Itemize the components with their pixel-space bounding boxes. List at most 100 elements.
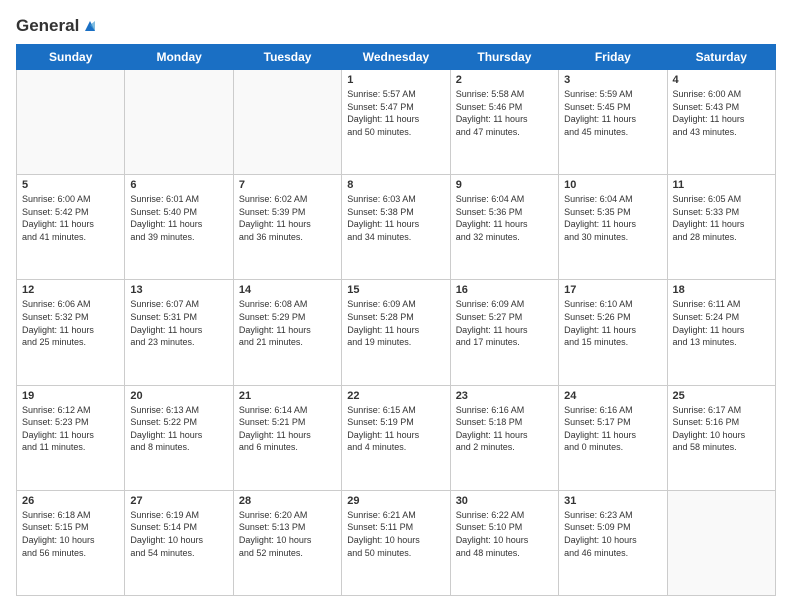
day-info: Sunrise: 6:11 AM Sunset: 5:24 PM Dayligh… [673,298,770,348]
week-row-0: 1Sunrise: 5:57 AM Sunset: 5:47 PM Daylig… [17,70,776,175]
day-info: Sunrise: 6:01 AM Sunset: 5:40 PM Dayligh… [130,193,227,243]
day-number: 11 [673,179,770,191]
calendar-cell: 9 Sunrise: 6:04 AM Sunset: 5:36 PM Daylig… [450,175,558,280]
day-number: 31 [564,495,661,507]
calendar-cell: 19 Sunrise: 6:12 AM Sunset: 5:23 PM Dayli… [17,385,125,490]
calendar-cell: 12 Sunrise: 6:06 AM Sunset: 5:32 PM Dayli… [17,280,125,385]
day-info: Sunrise: 6:04 AM Sunset: 5:35 PM Dayligh… [564,193,661,243]
day-number: 28 [239,495,336,507]
day-number: 14 [239,284,336,296]
calendar-cell: 27 Sunrise: 6:19 AM Sunset: 5:14 PM Dayli… [125,490,233,595]
calendar-cell: 18 Sunrise: 6:11 AM Sunset: 5:24 PM Dayli… [667,280,775,385]
day-info: Sunrise: 6:17 AM Sunset: 5:16 PM Dayligh… [673,404,770,454]
day-number: 19 [22,390,119,402]
day-info: Sunrise: 6:09 AM Sunset: 5:28 PM Dayligh… [347,298,444,348]
weekday-header-row: SundayMondayTuesdayWednesdayThursdayFrid… [17,45,776,70]
calendar-cell: 5 Sunrise: 6:00 AM Sunset: 5:42 PM Daylig… [17,175,125,280]
day-info: Sunrise: 6:00 AM Sunset: 5:43 PM Dayligh… [673,88,770,138]
day-number: 7 [239,179,336,191]
week-row-3: 19 Sunrise: 6:12 AM Sunset: 5:23 PM Dayli… [17,385,776,490]
weekday-wednesday: Wednesday [342,45,450,70]
calendar-cell: 10 Sunrise: 6:04 AM Sunset: 5:35 PM Dayli… [559,175,667,280]
calendar-cell: 25 Sunrise: 6:17 AM Sunset: 5:16 PM Dayli… [667,385,775,490]
calendar-cell: 11 Sunrise: 6:05 AM Sunset: 5:33 PM Dayli… [667,175,775,280]
weekday-monday: Monday [125,45,233,70]
day-info: Sunrise: 6:12 AM Sunset: 5:23 PM Dayligh… [22,404,119,454]
calendar-cell: 3 Sunrise: 5:59 AM Sunset: 5:45 PM Daylig… [559,70,667,175]
day-number: 16 [456,284,553,296]
day-info: Sunrise: 6:02 AM Sunset: 5:39 PM Dayligh… [239,193,336,243]
calendar-cell: 20Sunrise: 6:13 AM Sunset: 5:22 PM Dayli… [125,385,233,490]
calendar-cell: 30 Sunrise: 6:22 AM Sunset: 5:10 PM Dayli… [450,490,558,595]
day-info: Sunrise: 6:14 AM Sunset: 5:21 PM Dayligh… [239,404,336,454]
day-number: 1 [347,74,444,86]
day-number: 22 [347,390,444,402]
day-info: Sunrise: 6:18 AM Sunset: 5:15 PM Dayligh… [22,509,119,559]
calendar-cell: 14 Sunrise: 6:08 AM Sunset: 5:29 PM Dayli… [233,280,341,385]
day-info: Sunrise: 6:00 AM Sunset: 5:42 PM Dayligh… [22,193,119,243]
day-info: Sunrise: 6:06 AM Sunset: 5:32 PM Dayligh… [22,298,119,348]
weekday-sunday: Sunday [17,45,125,70]
day-number: 18 [673,284,770,296]
calendar-cell: 7 Sunrise: 6:02 AM Sunset: 5:39 PM Daylig… [233,175,341,280]
day-number: 24 [564,390,661,402]
day-number: 30 [456,495,553,507]
calendar-cell [233,70,341,175]
week-row-1: 5 Sunrise: 6:00 AM Sunset: 5:42 PM Daylig… [17,175,776,280]
day-info: Sunrise: 6:05 AM Sunset: 5:33 PM Dayligh… [673,193,770,243]
day-number: 25 [673,390,770,402]
calendar-table: SundayMondayTuesdayWednesdayThursdayFrid… [16,44,776,596]
calendar-cell: 29Sunrise: 6:21 AM Sunset: 5:11 PM Dayli… [342,490,450,595]
day-info: Sunrise: 6:21 AM Sunset: 5:11 PM Dayligh… [347,509,444,559]
day-number: 5 [22,179,119,191]
calendar-cell: 21Sunrise: 6:14 AM Sunset: 5:21 PM Dayli… [233,385,341,490]
day-number: 26 [22,495,119,507]
calendar-cell: 22 Sunrise: 6:15 AM Sunset: 5:19 PM Dayli… [342,385,450,490]
day-info: Sunrise: 6:04 AM Sunset: 5:36 PM Dayligh… [456,193,553,243]
day-info: Sunrise: 6:03 AM Sunset: 5:38 PM Dayligh… [347,193,444,243]
day-info: Sunrise: 6:22 AM Sunset: 5:10 PM Dayligh… [456,509,553,559]
day-number: 23 [456,390,553,402]
day-number: 2 [456,74,553,86]
day-info: Sunrise: 5:58 AM Sunset: 5:46 PM Dayligh… [456,88,553,138]
weekday-friday: Friday [559,45,667,70]
day-info: Sunrise: 6:23 AM Sunset: 5:09 PM Dayligh… [564,509,661,559]
day-number: 15 [347,284,444,296]
week-row-4: 26 Sunrise: 6:18 AM Sunset: 5:15 PM Dayli… [17,490,776,595]
weekday-thursday: Thursday [450,45,558,70]
day-number: 13 [130,284,227,296]
day-info: Sunrise: 6:20 AM Sunset: 5:13 PM Dayligh… [239,509,336,559]
calendar-cell: 1Sunrise: 5:57 AM Sunset: 5:47 PM Daylig… [342,70,450,175]
day-info: Sunrise: 6:07 AM Sunset: 5:31 PM Dayligh… [130,298,227,348]
calendar-cell: 6Sunrise: 6:01 AM Sunset: 5:40 PM Daylig… [125,175,233,280]
weekday-saturday: Saturday [667,45,775,70]
calendar-cell [17,70,125,175]
day-info: Sunrise: 6:19 AM Sunset: 5:14 PM Dayligh… [130,509,227,559]
calendar-cell [667,490,775,595]
calendar-cell: 13 Sunrise: 6:07 AM Sunset: 5:31 PM Dayli… [125,280,233,385]
calendar-cell: 23 Sunrise: 6:16 AM Sunset: 5:18 PM Dayli… [450,385,558,490]
logo: General [16,16,99,34]
day-number: 10 [564,179,661,191]
day-info: Sunrise: 6:15 AM Sunset: 5:19 PM Dayligh… [347,404,444,454]
calendar-cell: 8 Sunrise: 6:03 AM Sunset: 5:38 PM Daylig… [342,175,450,280]
calendar-cell: 24 Sunrise: 6:16 AM Sunset: 5:17 PM Dayli… [559,385,667,490]
header: General [16,16,776,34]
day-number: 8 [347,179,444,191]
calendar-cell: 15 Sunrise: 6:09 AM Sunset: 5:28 PM Dayli… [342,280,450,385]
page: General SundayMondayTuesdayWednesdayThur… [0,0,792,612]
calendar-cell: 31 Sunrise: 6:23 AM Sunset: 5:09 PM Dayli… [559,490,667,595]
day-info: Sunrise: 6:08 AM Sunset: 5:29 PM Dayligh… [239,298,336,348]
day-info: Sunrise: 5:59 AM Sunset: 5:45 PM Dayligh… [564,88,661,138]
logo-general: General [16,16,79,36]
day-number: 12 [22,284,119,296]
day-number: 3 [564,74,661,86]
day-number: 9 [456,179,553,191]
day-info: Sunrise: 6:16 AM Sunset: 5:18 PM Dayligh… [456,404,553,454]
weekday-tuesday: Tuesday [233,45,341,70]
day-number: 27 [130,495,227,507]
day-info: Sunrise: 6:16 AM Sunset: 5:17 PM Dayligh… [564,404,661,454]
calendar-cell: 26 Sunrise: 6:18 AM Sunset: 5:15 PM Dayli… [17,490,125,595]
calendar-cell: 16Sunrise: 6:09 AM Sunset: 5:27 PM Dayli… [450,280,558,385]
day-number: 4 [673,74,770,86]
